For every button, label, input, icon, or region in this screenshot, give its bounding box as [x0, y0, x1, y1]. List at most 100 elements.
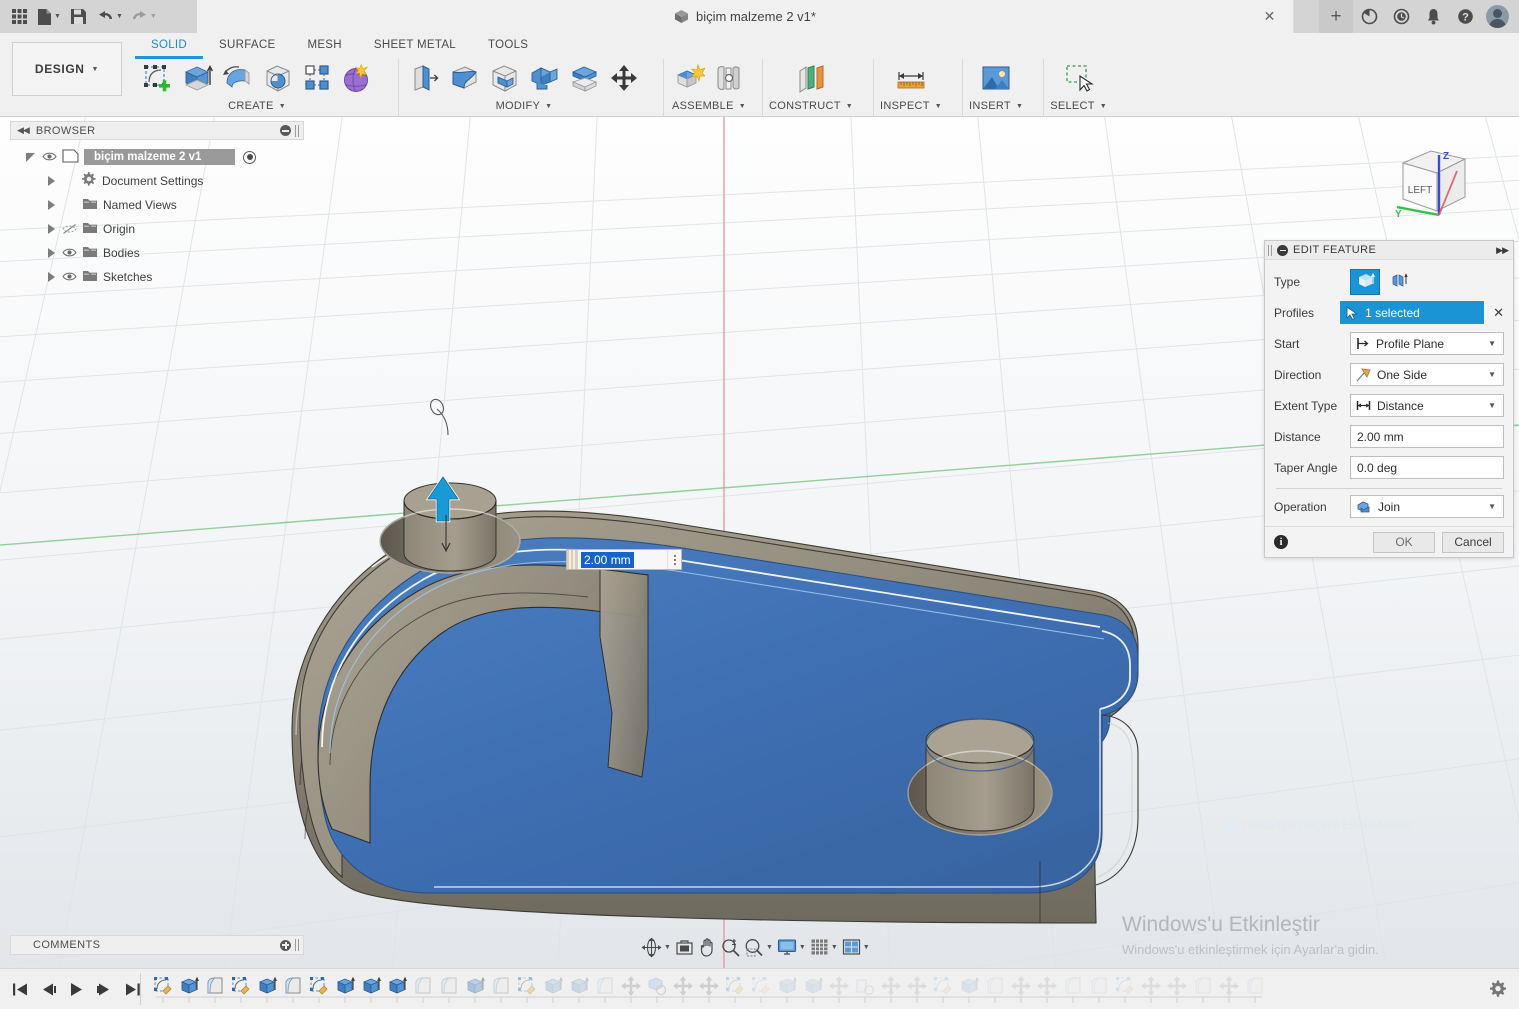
browser-item-root[interactable]: biçim malzeme 2 v1: [10, 145, 304, 169]
measure-icon[interactable]: [892, 59, 930, 97]
play-icon[interactable]: [64, 976, 88, 1002]
chevron-down-icon[interactable]: ▼: [1488, 502, 1499, 511]
display-settings-icon[interactable]: ▼: [775, 934, 808, 960]
new-component-icon[interactable]: [670, 59, 708, 97]
taper-angle-input[interactable]: 0.0 deg: [1350, 456, 1504, 479]
ribbon-group-inspect-label[interactable]: INSPECT ▼: [880, 100, 942, 112]
browser-item-sketches[interactable]: Sketches: [10, 265, 304, 289]
pattern-icon[interactable]: [298, 59, 336, 97]
selection-window-icon[interactable]: [1060, 59, 1098, 97]
expand-triangle-icon[interactable]: [46, 199, 57, 211]
clear-selection-icon[interactable]: ✕: [1493, 305, 1504, 321]
dialog-expand-icon[interactable]: ▶▶: [1496, 245, 1509, 256]
orbit-icon[interactable]: ▼: [639, 934, 673, 960]
chevron-down-icon[interactable]: ▼: [1488, 370, 1499, 379]
close-icon[interactable]: ✕: [1262, 9, 1277, 24]
save-icon[interactable]: [66, 4, 92, 30]
browser-item-named-views[interactable]: Named Views: [10, 193, 304, 217]
expand-triangle-icon[interactable]: [46, 223, 57, 235]
start-select[interactable]: Profile Plane ▼: [1350, 332, 1504, 355]
eye-visible-icon[interactable]: [62, 247, 77, 259]
browser-grip-icon[interactable]: [295, 124, 299, 137]
dialog-header[interactable]: EDIT FEATURE ▶▶: [1265, 241, 1513, 260]
move-copy-icon[interactable]: [605, 59, 643, 97]
sweep-sphere-icon[interactable]: [258, 59, 296, 97]
display-settings-caret-icon[interactable]: ▼: [799, 944, 806, 951]
revolve-icon[interactable]: [218, 59, 256, 97]
chevron-down-icon[interactable]: ▼: [1488, 339, 1499, 348]
inline-distance-value[interactable]: 2.00 mm: [581, 551, 634, 568]
expand-triangle-icon[interactable]: [46, 247, 57, 259]
tab-mesh[interactable]: MESH: [291, 36, 357, 59]
expand-triangle-icon[interactable]: [26, 152, 37, 163]
dialog-grip-icon[interactable]: [1268, 244, 1272, 256]
ribbon-group-select-label[interactable]: SELECT ▼: [1050, 100, 1107, 112]
shell-icon[interactable]: [485, 59, 523, 97]
combine-icon[interactable]: [525, 59, 563, 97]
add-comment-icon[interactable]: [280, 939, 291, 951]
document-tab[interactable]: biçim malzeme 2 v1* ✕: [197, 0, 1294, 33]
distance-input[interactable]: 2.00 mm: [1350, 425, 1504, 448]
step-back-icon[interactable]: [36, 976, 60, 1002]
job-status-icon[interactable]: [1354, 0, 1385, 33]
create-sketch-icon[interactable]: [138, 59, 176, 97]
redo-caret-icon[interactable]: ▼: [150, 13, 157, 20]
info-icon[interactable]: i: [1274, 535, 1288, 549]
form-icon[interactable]: [338, 59, 376, 97]
help-icon[interactable]: ?: [1450, 0, 1481, 33]
undo-caret-icon[interactable]: ▼: [116, 13, 123, 20]
viewports-icon[interactable]: ▼: [840, 934, 872, 960]
comments-panel[interactable]: COMMENTS: [10, 935, 304, 955]
ok-button[interactable]: OK: [1373, 531, 1435, 553]
offset-plane-icon[interactable]: [792, 59, 830, 97]
recent-activity-icon[interactable]: [1386, 0, 1417, 33]
expand-triangle-icon[interactable]: [46, 175, 57, 187]
zoom-window-icon[interactable]: ▼: [742, 934, 775, 960]
direction-select[interactable]: One Side ▼: [1350, 363, 1504, 386]
eye-hidden-icon[interactable]: [62, 223, 77, 235]
redo-icon[interactable]: ▼: [128, 4, 160, 30]
profile-extrude-icon[interactable]: [1350, 268, 1380, 295]
browser-collapse-icon[interactable]: ◀◀: [17, 125, 30, 136]
tab-solid[interactable]: SOLID: [135, 36, 204, 59]
eye-visible-icon[interactable]: [62, 271, 77, 283]
comments-grip-icon[interactable]: [295, 939, 299, 951]
profiles-selection-chip[interactable]: 1 selected: [1340, 301, 1485, 324]
undo-icon[interactable]: ▼: [94, 4, 126, 30]
zoom-window-caret-icon[interactable]: ▼: [766, 944, 773, 951]
thin-extrude-icon[interactable]: [1384, 269, 1414, 295]
file-caret-icon[interactable]: ▼: [54, 13, 61, 20]
extrude-icon[interactable]: [178, 59, 216, 97]
ribbon-group-create-label[interactable]: CREATE ▼: [228, 100, 286, 112]
chevron-down-icon[interactable]: ▼: [1488, 401, 1499, 410]
expand-triangle-icon[interactable]: [46, 271, 57, 283]
grid-snaps-caret-icon[interactable]: ▼: [831, 944, 838, 951]
file-icon[interactable]: ▼: [34, 4, 64, 30]
go-to-beginning-icon[interactable]: [8, 976, 32, 1002]
dialog-minimize-icon[interactable]: [1277, 244, 1288, 256]
fillet-icon[interactable]: [445, 59, 483, 97]
look-at-icon[interactable]: [673, 934, 696, 960]
cancel-button[interactable]: Cancel: [1442, 531, 1504, 553]
view-cube[interactable]: LEFT Z Y: [1389, 137, 1485, 223]
grid-apps-icon[interactable]: [6, 4, 32, 30]
pan-hand-icon[interactable]: [696, 934, 719, 960]
new-tab-button[interactable]: +: [1319, 0, 1353, 33]
step-forward-icon[interactable]: [92, 976, 116, 1002]
press-pull-icon[interactable]: [405, 59, 443, 97]
workspace-switcher[interactable]: DESIGN ▼: [12, 42, 122, 96]
eye-visible-icon[interactable]: [42, 151, 57, 163]
viewports-caret-icon[interactable]: ▼: [863, 944, 870, 951]
ribbon-group-construct-label[interactable]: CONSTRUCT ▼: [769, 100, 853, 112]
split-body-icon[interactable]: [565, 59, 603, 97]
account-avatar[interactable]: [1486, 5, 1509, 28]
chevron-down-icon[interactable]: ▼: [92, 66, 100, 73]
tab-tools[interactable]: TOOLS: [472, 36, 544, 59]
ribbon-group-insert-label[interactable]: INSERT ▼: [969, 100, 1023, 112]
timeline-settings-gear-icon[interactable]: [1489, 980, 1507, 998]
ribbon-group-modify-label[interactable]: MODIFY ▼: [496, 100, 553, 112]
inline-distance-input[interactable]: 2.00 mm: [566, 549, 682, 570]
zoom-icon[interactable]: [719, 934, 742, 960]
tab-sheet-metal[interactable]: SHEET METAL: [358, 36, 472, 59]
tab-surface[interactable]: SURFACE: [203, 36, 291, 59]
